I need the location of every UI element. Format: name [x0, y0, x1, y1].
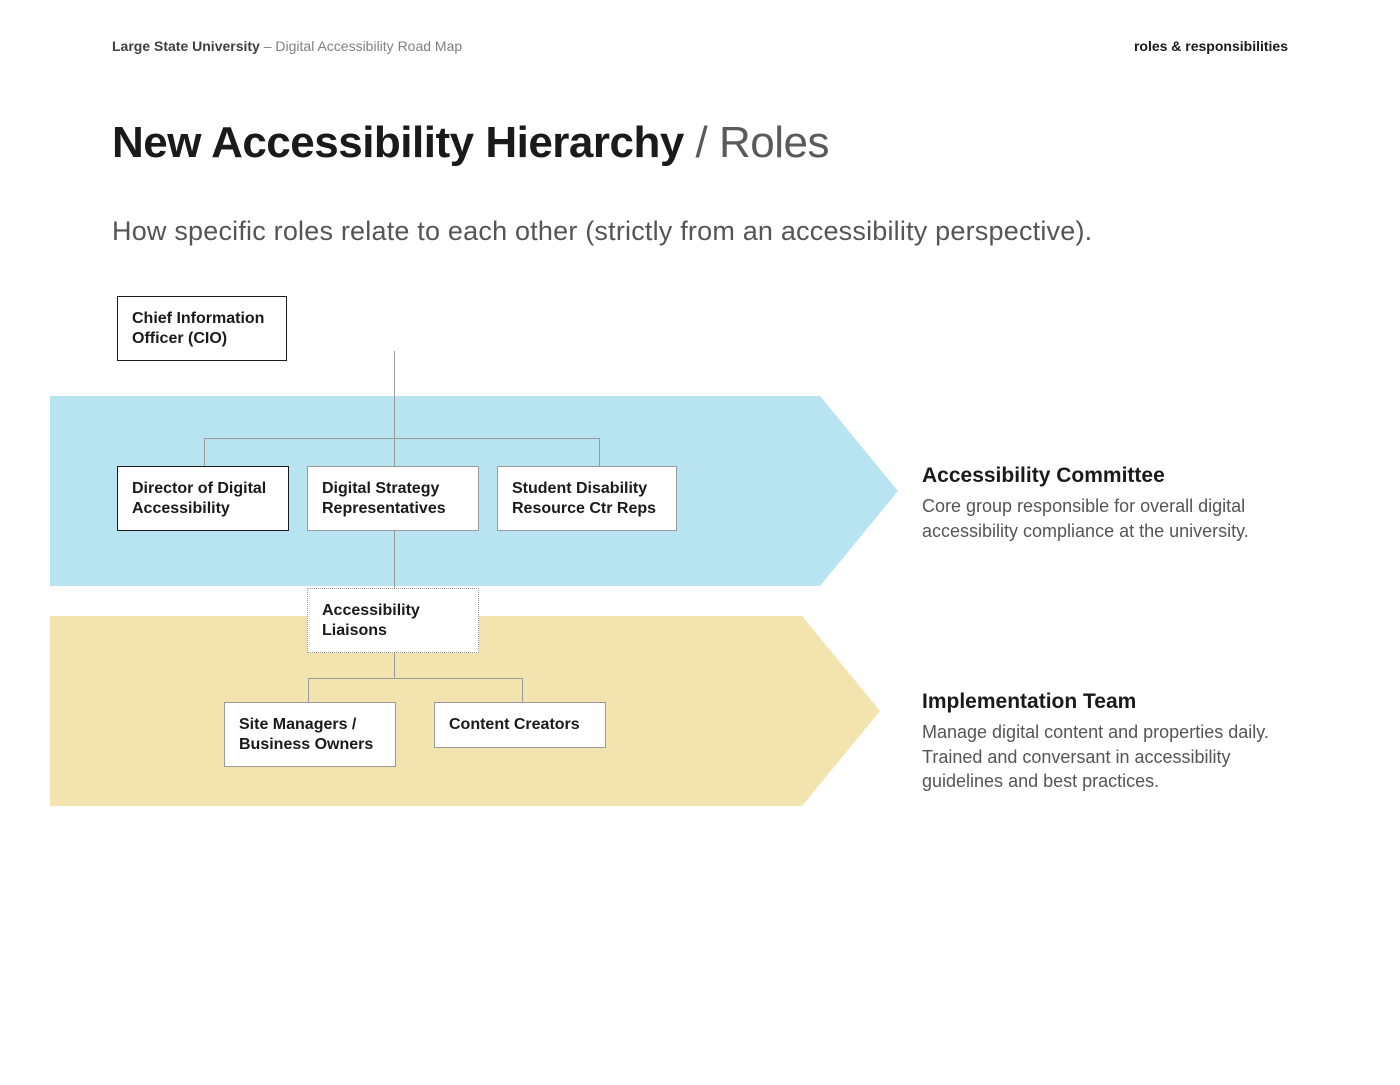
connector	[308, 678, 522, 679]
connector	[394, 351, 395, 438]
info-committee-desc: Core group responsible for overall digit…	[922, 494, 1272, 543]
connector	[204, 438, 600, 439]
section-name: roles & responsibilities	[1134, 38, 1288, 54]
node-director-digital-accessibility: Director of Digital Accessibility	[117, 466, 289, 531]
committee-band-arrowhead	[820, 396, 898, 586]
org-name: Large State University	[112, 38, 260, 54]
header-left: Large State University – Digital Accessi…	[112, 38, 462, 54]
doc-name: – Digital Accessibility Road Map	[264, 38, 462, 54]
connector	[394, 438, 395, 466]
title-sep: /	[684, 118, 719, 167]
title-bold: New Accessibility Hierarchy	[112, 118, 684, 167]
title-thin: Roles	[719, 118, 829, 167]
page-title: New Accessibility Hierarchy / Roles	[112, 118, 829, 168]
info-committee: Accessibility Committee Core group respo…	[922, 462, 1272, 543]
info-implementation: Implementation Team Manage digital conte…	[922, 688, 1272, 793]
connector	[308, 678, 309, 702]
node-site-managers: Site Managers / Business Owners	[224, 702, 396, 767]
connector	[522, 678, 523, 702]
page-header: Large State University – Digital Accessi…	[112, 38, 1288, 54]
page-subtitle: How specific roles relate to each other …	[112, 216, 1092, 247]
info-implementation-desc: Manage digital content and properties da…	[922, 720, 1272, 793]
info-committee-title: Accessibility Committee	[922, 462, 1272, 490]
node-accessibility-liaisons: Accessibility Liaisons	[307, 588, 479, 653]
diagram-canvas: Chief Information Officer (CIO) Director…	[112, 296, 1288, 976]
node-cio: Chief Information Officer (CIO)	[117, 296, 287, 361]
connector	[599, 438, 600, 466]
node-content-creators: Content Creators	[434, 702, 606, 748]
implementation-band-arrowhead	[802, 616, 880, 806]
connector	[204, 438, 205, 466]
node-digital-strategy-reps: Digital Strategy Representatives	[307, 466, 479, 531]
node-student-disability-reps: Student Disability Resource Ctr Reps	[497, 466, 677, 531]
info-implementation-title: Implementation Team	[922, 688, 1272, 716]
